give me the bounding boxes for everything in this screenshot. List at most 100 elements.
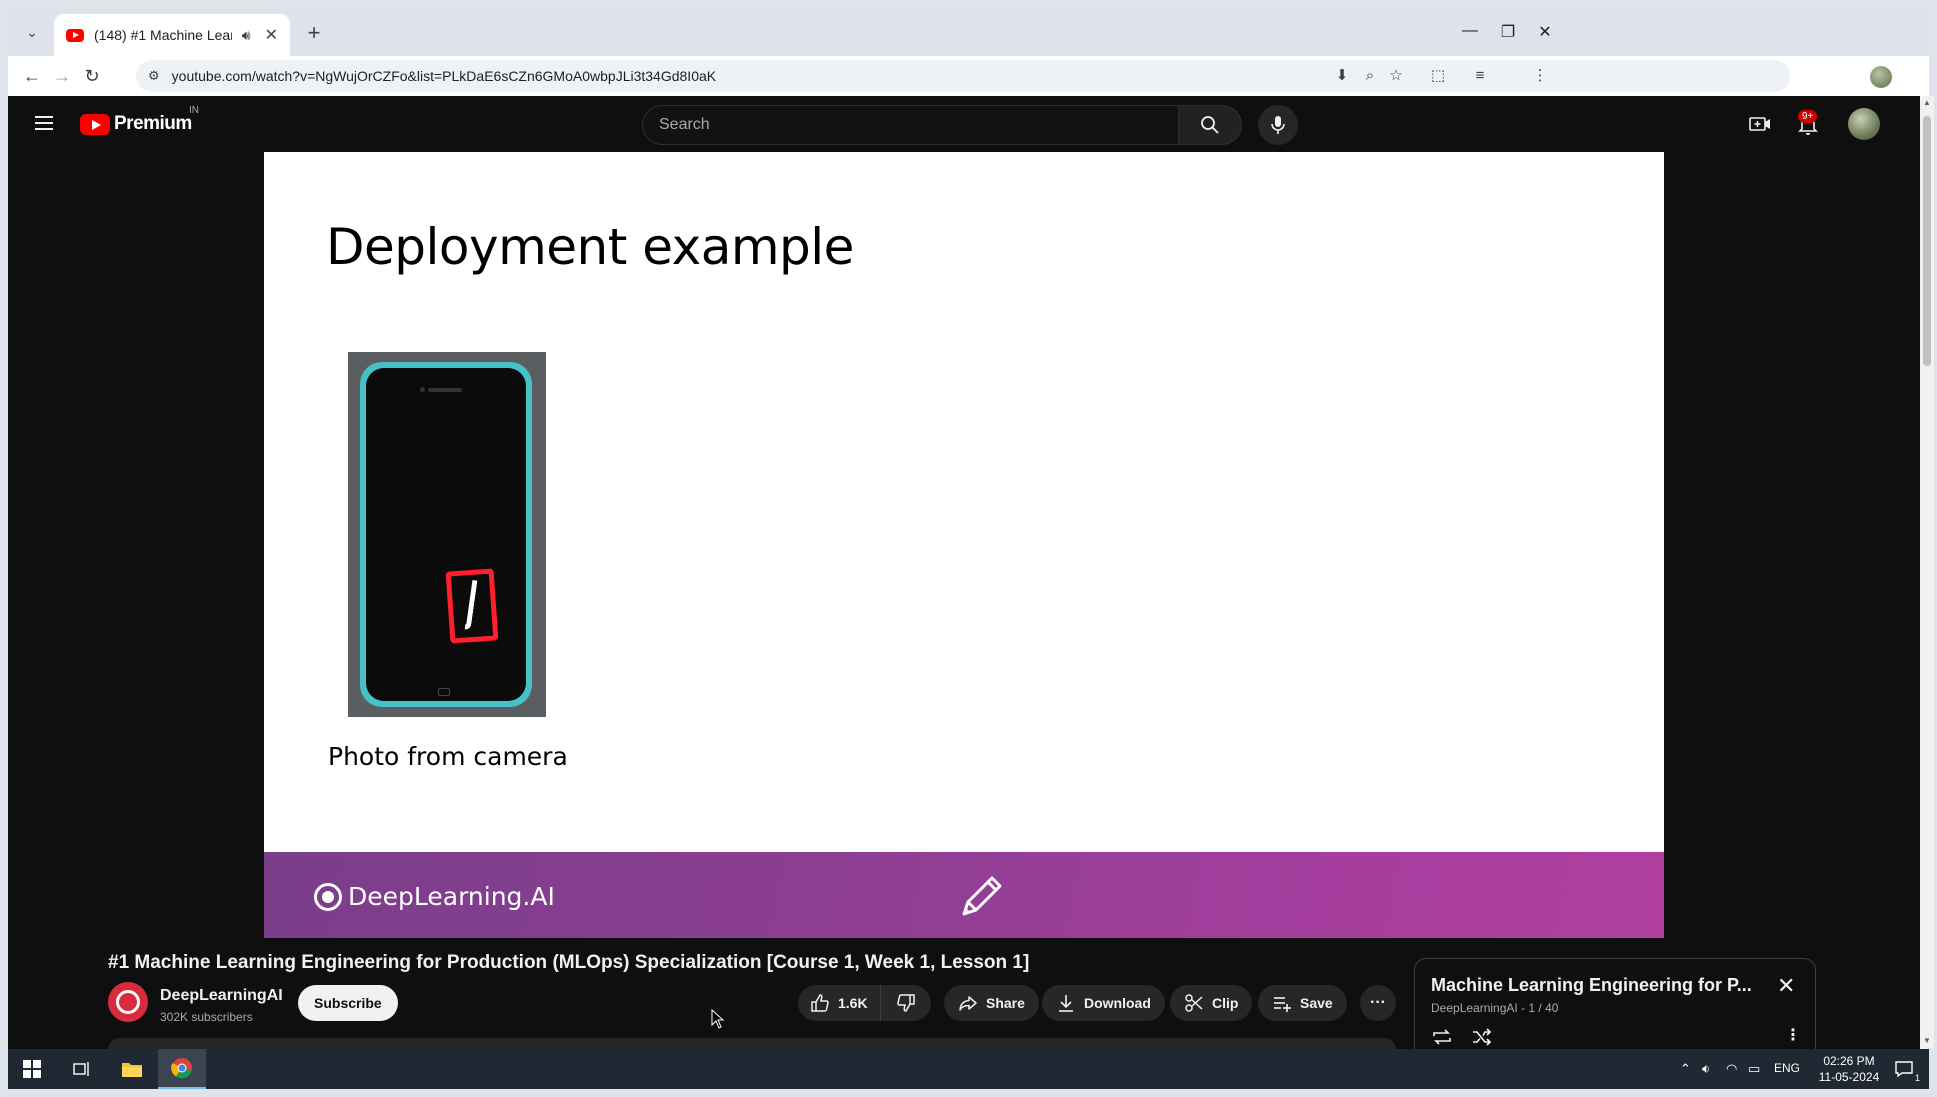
bookmark-star-icon[interactable]: ☆ [1384, 64, 1408, 88]
close-playlist-icon[interactable]: ✕ [1777, 973, 1795, 999]
share-icon [959, 996, 977, 1011]
new-tab-button[interactable]: + [300, 20, 328, 46]
deeplearning-ai-logo: DeepLearning.AI [314, 882, 555, 911]
subscriber-count: 302K subscribers [160, 1010, 253, 1024]
logo-text: Premium [114, 113, 192, 134]
browser-toolbar: ← → ↻ ⚙ youtube.com/watch?v=NgWujOrCZFo&… [8, 56, 1929, 96]
download-button[interactable]: Download [1042, 985, 1165, 1021]
youtube-masthead: Premium IN Search 9+ [8, 96, 1920, 152]
media-control-icon[interactable]: ≡ [1468, 64, 1492, 88]
clip-label: Clip [1212, 995, 1239, 1011]
thumbs-down-icon [896, 994, 915, 1012]
screen: ⌄ (148) #1 Machine Learning 🔊︎ ✕ + — ❐ ✕… [0, 0, 1937, 1097]
phone-photo-image [348, 352, 546, 717]
scroll-up-icon[interactable]: ▲ [1923, 98, 1931, 107]
more-actions-icon[interactable]: ··· [1360, 985, 1396, 1021]
notification-badge: 9+ [1798, 110, 1818, 123]
clock-time: 02:26 PM [1823, 1054, 1875, 1068]
chrome-taskbar-icon[interactable] [158, 1049, 206, 1089]
browser-profile-avatar[interactable] [1870, 66, 1892, 88]
search-box: Search [642, 105, 1242, 145]
create-video-icon[interactable] [1748, 112, 1772, 136]
page-scrollbar[interactable]: ▲ ▼ [1920, 96, 1934, 1049]
voice-search-button[interactable] [1258, 105, 1298, 145]
search-input[interactable]: Search [642, 105, 1178, 145]
slide-caption: Photo from camera [328, 742, 568, 771]
shuffle-icon[interactable] [1471, 1027, 1493, 1047]
language-indicator[interactable]: ENG [1774, 1061, 1800, 1075]
back-icon[interactable]: ← [20, 64, 44, 88]
browser-menu-icon[interactable]: ⋮ [1528, 64, 1552, 88]
phone-speaker [428, 388, 462, 392]
url-text: youtube.com/watch?v=NgWujOrCZFo&list=PLk… [171, 68, 717, 84]
close-window-icon[interactable]: ✕ [1533, 22, 1557, 42]
description-box[interactable] [108, 1038, 1396, 1049]
like-count: 1.6K [838, 995, 868, 1011]
system-clock[interactable]: 02:26 PM 11-05-2024 [1814, 1053, 1884, 1085]
tab-search-chevron-icon[interactable]: ⌄ [18, 18, 46, 46]
scissors-icon [1185, 994, 1203, 1012]
network-icon[interactable]: ◠ [1726, 1061, 1737, 1077]
download-icon [1059, 995, 1073, 1012]
account-avatar[interactable] [1848, 108, 1880, 140]
close-tab-icon[interactable]: ✕ [265, 25, 278, 45]
volume-icon[interactable]: 🔉︎ [1702, 1061, 1710, 1077]
windows-taskbar: ⌃ 🔉︎ ◠ ▭ ENG 02:26 PM 11-05-2024 1 [8, 1049, 1929, 1089]
channel-name[interactable]: DeepLearningAI [160, 987, 283, 1005]
tab-title: (148) #1 Machine Learning [94, 27, 232, 43]
guide-menu-icon[interactable] [32, 112, 56, 136]
video-title: #1 Machine Learning Engineering for Prod… [108, 952, 1030, 973]
phone-camera [420, 387, 425, 392]
clock-date: 11-05-2024 [1818, 1070, 1880, 1084]
restore-icon[interactable]: ❐ [1496, 22, 1520, 42]
scroll-down-icon[interactable]: ▼ [1923, 1036, 1931, 1045]
youtube-play-logo-icon [80, 113, 110, 135]
playlist-title[interactable]: Machine Learning Engineering for P... [1431, 975, 1761, 996]
tray-overflow-icon[interactable]: ⌃ [1680, 1061, 1691, 1077]
youtube-favicon-icon [66, 28, 84, 42]
playlist-menu-icon[interactable]: ⋮ [1785, 1025, 1801, 1045]
task-view-icon[interactable] [58, 1049, 106, 1089]
phone-home-button [438, 688, 450, 696]
clip-button[interactable]: Clip [1170, 985, 1253, 1021]
loop-icon[interactable] [1431, 1027, 1453, 1047]
search-icon [1201, 116, 1219, 134]
browser-tab-active[interactable]: (148) #1 Machine Learning 🔊︎ ✕ [54, 14, 290, 56]
phone-screen [366, 368, 526, 701]
like-button[interactable]: 1.6K [798, 985, 881, 1021]
save-label: Save [1300, 995, 1333, 1011]
video-player[interactable]: Deployment example Photo from camera Dee… [264, 152, 1664, 938]
speaker-icon[interactable]: 🔊︎ [242, 27, 251, 44]
share-button[interactable]: Share [944, 985, 1039, 1021]
install-app-icon[interactable]: ⬇ [1330, 64, 1354, 88]
playlist-panel: Machine Learning Engineering for P... De… [1414, 958, 1816, 1049]
file-explorer-icon[interactable] [108, 1049, 156, 1089]
microphone-icon [1271, 116, 1285, 134]
download-label: Download [1084, 995, 1151, 1011]
minimize-icon[interactable]: — [1458, 22, 1482, 40]
youtube-page: Premium IN Search 9+ Deployment example … [8, 96, 1920, 1049]
action-center-icon[interactable]: 1 [1880, 1049, 1928, 1089]
phone-body [360, 362, 532, 707]
search-button[interactable] [1178, 105, 1242, 145]
mouse-cursor-icon [711, 1009, 725, 1029]
windows-start-icon[interactable] [8, 1049, 56, 1089]
subscribe-button[interactable]: Subscribe [298, 985, 398, 1021]
reload-icon[interactable]: ↻ [80, 64, 104, 88]
dislike-button[interactable] [880, 985, 931, 1021]
forward-icon[interactable]: → [50, 64, 74, 88]
playlist-subtitle: DeepLearningAI - 1 / 40 [1431, 1001, 1559, 1015]
zoom-icon[interactable]: ⌕ [1358, 64, 1382, 88]
pencil-icon [962, 876, 1002, 916]
slide-title: Deployment example [326, 218, 854, 276]
action-center-count: 1 [1914, 1073, 1920, 1083]
channel-avatar[interactable] [108, 982, 148, 1022]
scroll-thumb[interactable] [1923, 116, 1931, 366]
save-button[interactable]: Save [1258, 985, 1347, 1021]
youtube-premium-logo[interactable]: Premium IN [80, 105, 199, 135]
site-info-icon[interactable]: ⚙ [148, 68, 160, 84]
extensions-icon[interactable]: ⬚ [1426, 64, 1450, 88]
deeplearning-logo-icon [314, 882, 342, 911]
battery-icon[interactable]: ▭ [1748, 1061, 1760, 1077]
country-code: IN [189, 105, 199, 116]
